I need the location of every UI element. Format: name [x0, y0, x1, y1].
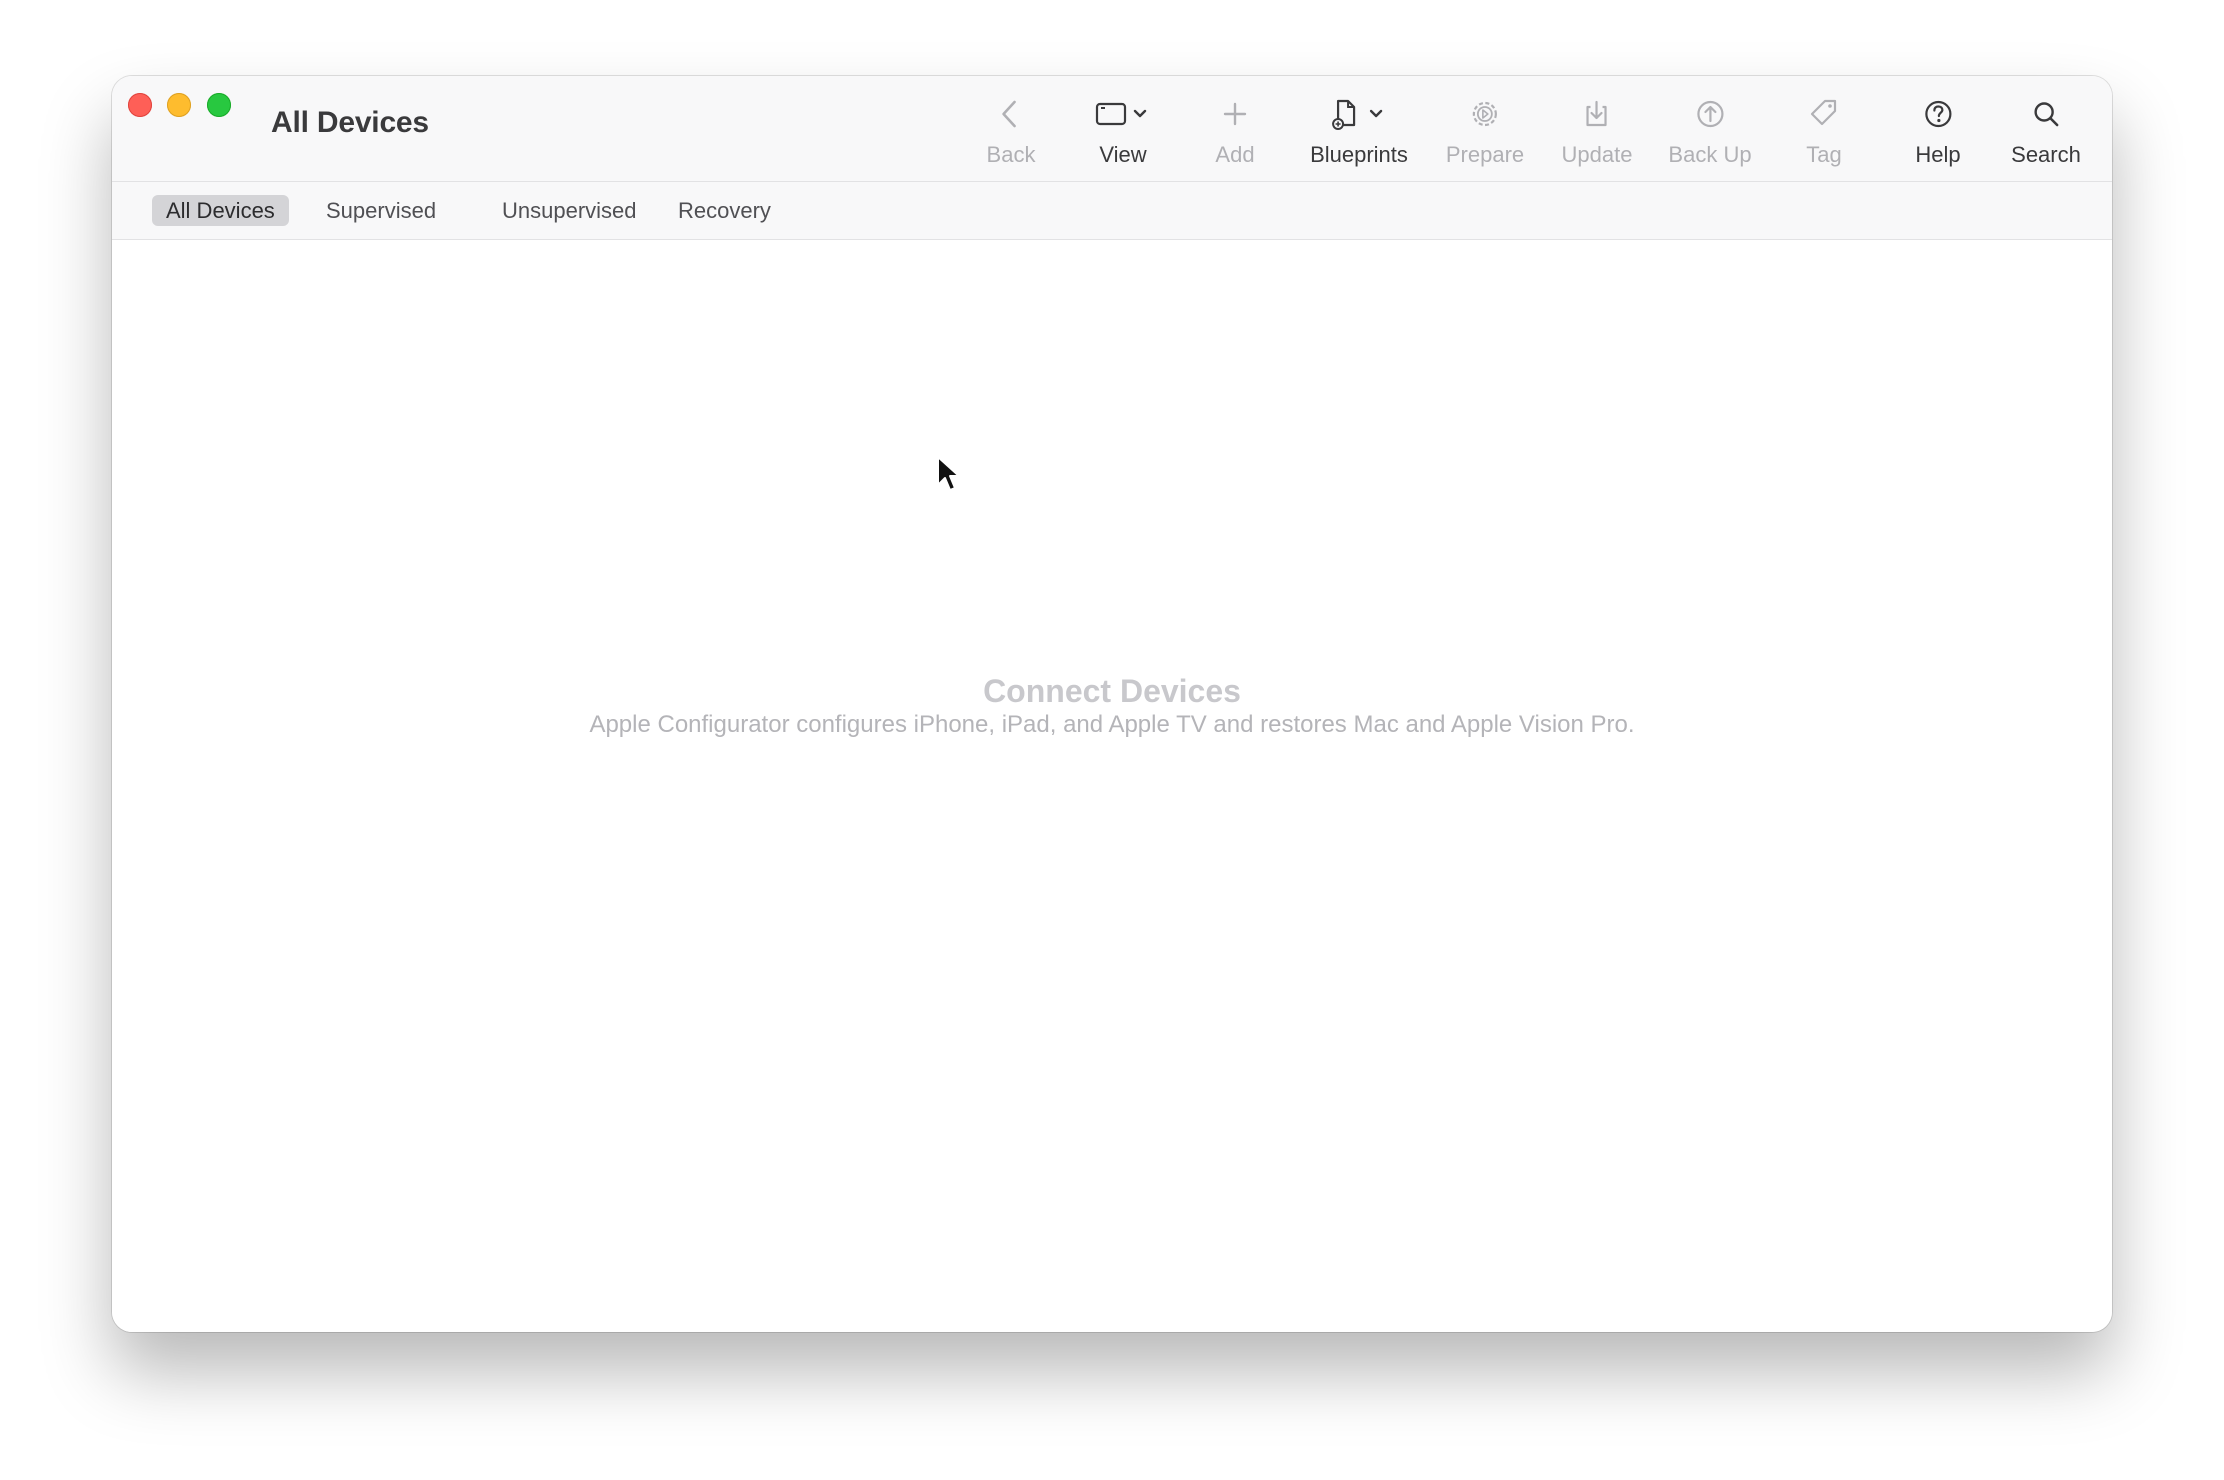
tag-icon [1804, 94, 1844, 134]
update-button[interactable]: Update [1561, 94, 1633, 174]
tab-supervised[interactable]: Supervised [312, 195, 450, 226]
view-button[interactable]: View [1093, 94, 1153, 174]
scope-bar: All Devices Supervised Unsupervised Reco… [112, 181, 2112, 240]
back-label: Back [986, 142, 1036, 167]
blueprint-document-icon [1310, 94, 1408, 134]
prepare-button[interactable]: Prepare [1446, 94, 1524, 174]
magnifier-icon [2011, 94, 2081, 134]
tag-button[interactable]: Tag [1804, 94, 1844, 174]
empty-state-subtitle: Apple Configurator configures iPhone, iP… [589, 711, 1635, 738]
prepare-label: Prepare [1445, 142, 1525, 167]
search-button[interactable]: Search [2011, 94, 2081, 174]
back-up-label: Back Up [1668, 142, 1752, 167]
gear-icon [1446, 94, 1524, 134]
upload-circle-icon [1668, 94, 1751, 134]
tab-all-devices[interactable]: All Devices [152, 195, 289, 226]
help-label: Help [1915, 142, 1961, 167]
help-button[interactable]: Help [1915, 94, 1961, 174]
download-tray-icon [1562, 94, 1633, 134]
add-button[interactable]: Add [1215, 94, 1255, 174]
blueprints-button[interactable]: Blueprints [1310, 94, 1408, 174]
tab-recovery[interactable]: Recovery [664, 195, 785, 226]
search-label: Search [2011, 142, 2081, 167]
window-title: All Devices [271, 106, 429, 139]
app-window: All Devices Back View Add Blueprints Pre… [112, 76, 2112, 1332]
tag-label: Tag [1806, 142, 1842, 167]
question-circle-icon [1915, 94, 1960, 134]
mouse-pointer-icon [936, 455, 962, 498]
add-label: Add [1215, 142, 1255, 167]
tab-unsupervised[interactable]: Unsupervised [488, 195, 651, 226]
title-bar: All Devices Back View Add Blueprints Pre… [112, 76, 2112, 181]
close-window-button[interactable] [128, 93, 152, 117]
zoom-window-button[interactable] [207, 93, 231, 117]
window-view-icon [1093, 94, 1153, 134]
chevron-left-icon [987, 94, 1036, 134]
view-label: View [1099, 142, 1147, 167]
update-label: Update [1561, 142, 1633, 167]
plus-icon [1215, 94, 1255, 134]
back-button[interactable]: Back [986, 94, 1036, 174]
back-up-button[interactable]: Back Up [1668, 94, 1752, 174]
minimize-window-button[interactable] [167, 93, 191, 117]
blueprints-label: Blueprints [1310, 142, 1408, 167]
device-list-area[interactable] [112, 240, 2112, 1332]
empty-state-title: Connect Devices [983, 673, 1241, 709]
